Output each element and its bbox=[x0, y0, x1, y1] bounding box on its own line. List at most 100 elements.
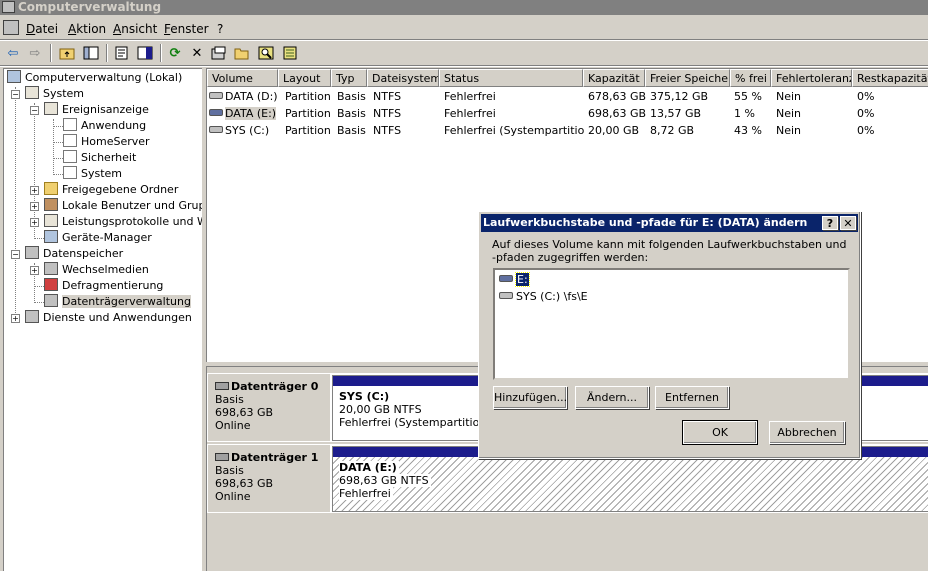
drive-icon bbox=[499, 292, 513, 299]
col-status[interactable]: Status bbox=[439, 69, 583, 87]
dialog-description: Auf dieses Volume kann mit folgenden Lau… bbox=[492, 238, 847, 264]
tree-node-log-system[interactable]: System bbox=[63, 166, 122, 182]
menu-datei[interactable]: Datei bbox=[26, 22, 58, 36]
list-item-label: SYS (C:) \fs\E bbox=[516, 290, 588, 303]
cell-free-space: 8,72 GB bbox=[650, 124, 695, 137]
menu-aktion[interactable]: Aktion bbox=[68, 22, 106, 36]
hard-disk-icon bbox=[215, 453, 229, 461]
collapse-storage-icon[interactable]: − bbox=[11, 250, 20, 259]
log-icon bbox=[63, 150, 77, 163]
cell-volume: DATA (D:) bbox=[207, 88, 278, 105]
toolbar-separator-line bbox=[0, 65, 928, 67]
window-title-bar[interactable]: Computerverwaltung bbox=[0, 0, 928, 15]
tree-node-shared-folders[interactable]: Freigegebene Ordner bbox=[44, 182, 178, 198]
close-button[interactable]: ✕ bbox=[840, 216, 856, 230]
cell-typ: Basis bbox=[337, 124, 366, 137]
cancel-button[interactable]: Abbrechen bbox=[769, 421, 845, 444]
cell-free-space: 13,57 GB bbox=[650, 107, 702, 120]
tree-node-services-applications[interactable]: Dienste und Anwendungen bbox=[25, 310, 192, 326]
services-icon bbox=[25, 310, 39, 323]
col-capacity[interactable]: Kapazität bbox=[583, 69, 645, 87]
col-typ[interactable]: Typ bbox=[331, 69, 367, 87]
col-layout[interactable]: Layout bbox=[278, 69, 331, 87]
settings-icon[interactable] bbox=[281, 44, 299, 62]
col-fault-tolerance[interactable]: Fehlertoleranz bbox=[771, 69, 852, 87]
disk-info-panel[interactable]: Datenträger 0 Basis 698,63 GB Online bbox=[208, 374, 330, 441]
tree-node-event-viewer[interactable]: Ereignisanzeige bbox=[44, 102, 149, 118]
tree-node-computer-management[interactable]: Computerverwaltung (Lokal) bbox=[7, 70, 182, 86]
change-button[interactable]: Ändern... bbox=[575, 386, 649, 409]
dialog-title-bar[interactable]: Laufwerkbuchstabe und -pfade für E: (DAT… bbox=[481, 214, 858, 232]
disk-type: Basis bbox=[215, 393, 244, 406]
cell-percent-free: 1 % bbox=[734, 107, 755, 120]
tree-node-disk-management[interactable]: Datenträgerverwaltung bbox=[44, 294, 191, 310]
cell-overhead: 0% bbox=[857, 124, 875, 137]
expand-shared-folders-icon[interactable]: + bbox=[30, 186, 39, 195]
list-item-mount-path[interactable]: SYS (C:) \fs\E bbox=[499, 289, 588, 304]
tree-node-storage[interactable]: Datenspeicher bbox=[25, 246, 123, 262]
tree-node-local-users[interactable]: Lokale Benutzer und Gruppe bbox=[44, 198, 202, 214]
toolbar-separator bbox=[160, 44, 162, 62]
cell-fault-tolerance: Nein bbox=[776, 124, 802, 137]
tree-node-log-application[interactable]: Anwendung bbox=[63, 118, 146, 134]
tree-node-system[interactable]: System bbox=[25, 86, 84, 102]
computer-icon bbox=[7, 70, 21, 83]
disk-info-panel[interactable]: Datenträger 1 Basis 698,63 GB Online bbox=[208, 445, 330, 512]
volume-row[interactable]: DATA (E:) Partition Basis NTFS Fehlerfre… bbox=[207, 105, 928, 122]
show-hide-tree-icon[interactable] bbox=[82, 44, 100, 62]
open-icon[interactable] bbox=[233, 44, 251, 62]
volume-list-header: Volume Layout Typ Dateisystem Status Kap… bbox=[207, 69, 928, 87]
help-icon[interactable] bbox=[136, 44, 154, 62]
menu-help[interactable]: ? bbox=[217, 22, 223, 36]
refresh-icon[interactable]: ⟳ bbox=[166, 44, 184, 62]
col-filesystem[interactable]: Dateisystem bbox=[367, 69, 439, 87]
expand-performance-logs-icon[interactable]: + bbox=[30, 218, 39, 227]
properties-icon[interactable] bbox=[113, 44, 131, 62]
cell-layout: Partition bbox=[285, 107, 331, 120]
toolbar: ⇦ ⇨ ⟳ ✕ bbox=[0, 41, 928, 65]
col-overhead[interactable]: Restkapazität bbox=[852, 69, 928, 87]
tree-node-defragmentation[interactable]: Defragmentierung bbox=[44, 278, 163, 294]
toolbar-separator bbox=[106, 44, 108, 62]
remove-button[interactable]: Entfernen bbox=[655, 386, 729, 409]
cell-free-space: 375,12 GB bbox=[650, 90, 709, 103]
window-menu-icon[interactable] bbox=[3, 20, 19, 35]
menu-fenster[interactable]: Fenster bbox=[164, 22, 209, 36]
tree-node-log-homeserver[interactable]: HomeServer bbox=[63, 134, 150, 150]
window-title: Computerverwaltung bbox=[18, 0, 162, 14]
navigation-tree[interactable]: Computerverwaltung (Lokal) − System − Er… bbox=[3, 68, 202, 571]
add-button[interactable]: Hinzufügen... bbox=[493, 386, 567, 409]
properties-icon-2[interactable] bbox=[210, 44, 228, 62]
back-arrow-icon[interactable]: ⇦ bbox=[4, 44, 22, 62]
cell-status: Fehlerfrei bbox=[444, 107, 496, 120]
menu-ansicht[interactable]: Ansicht bbox=[113, 22, 157, 36]
col-free-space[interactable]: Freier Speicher bbox=[645, 69, 730, 87]
list-item-drive-letter[interactable]: E: bbox=[499, 272, 530, 287]
cell-overhead: 0% bbox=[857, 107, 875, 120]
tree-node-removable-storage[interactable]: Wechselmedien bbox=[44, 262, 149, 278]
shared-folder-icon bbox=[44, 182, 58, 195]
ok-button[interactable]: OK bbox=[682, 420, 758, 445]
drive-paths-list[interactable]: E: SYS (C:) \fs\E bbox=[493, 268, 850, 380]
expand-services-icon[interactable]: + bbox=[11, 314, 20, 323]
device-manager-icon bbox=[44, 230, 58, 243]
defrag-icon bbox=[44, 278, 58, 291]
volume-row[interactable]: SYS (C:) Partition Basis NTFS Fehlerfrei… bbox=[207, 122, 928, 139]
forward-arrow-icon[interactable]: ⇨ bbox=[26, 44, 44, 62]
tree-node-log-security[interactable]: Sicherheit bbox=[63, 150, 136, 166]
col-percent-free[interactable]: % frei bbox=[730, 69, 771, 87]
expand-removable-storage-icon[interactable]: + bbox=[30, 266, 39, 275]
delete-icon[interactable]: ✕ bbox=[188, 44, 206, 62]
expand-local-users-icon[interactable]: + bbox=[30, 202, 39, 211]
tree-node-device-manager[interactable]: Geräte-Manager bbox=[44, 230, 152, 246]
volume-row[interactable]: DATA (D:) Partition Basis NTFS Fehlerfre… bbox=[207, 88, 928, 105]
tree-node-performance-logs[interactable]: Leistungsprotokolle und War bbox=[44, 214, 202, 230]
search-icon[interactable] bbox=[257, 44, 275, 62]
col-volume[interactable]: Volume bbox=[207, 69, 278, 87]
cell-typ: Basis bbox=[337, 90, 366, 103]
up-folder-icon[interactable] bbox=[58, 44, 76, 62]
collapse-event-viewer-icon[interactable]: − bbox=[30, 106, 39, 115]
tools-icon bbox=[25, 86, 39, 99]
help-button[interactable]: ? bbox=[822, 216, 838, 230]
collapse-system-icon[interactable]: − bbox=[11, 90, 20, 99]
